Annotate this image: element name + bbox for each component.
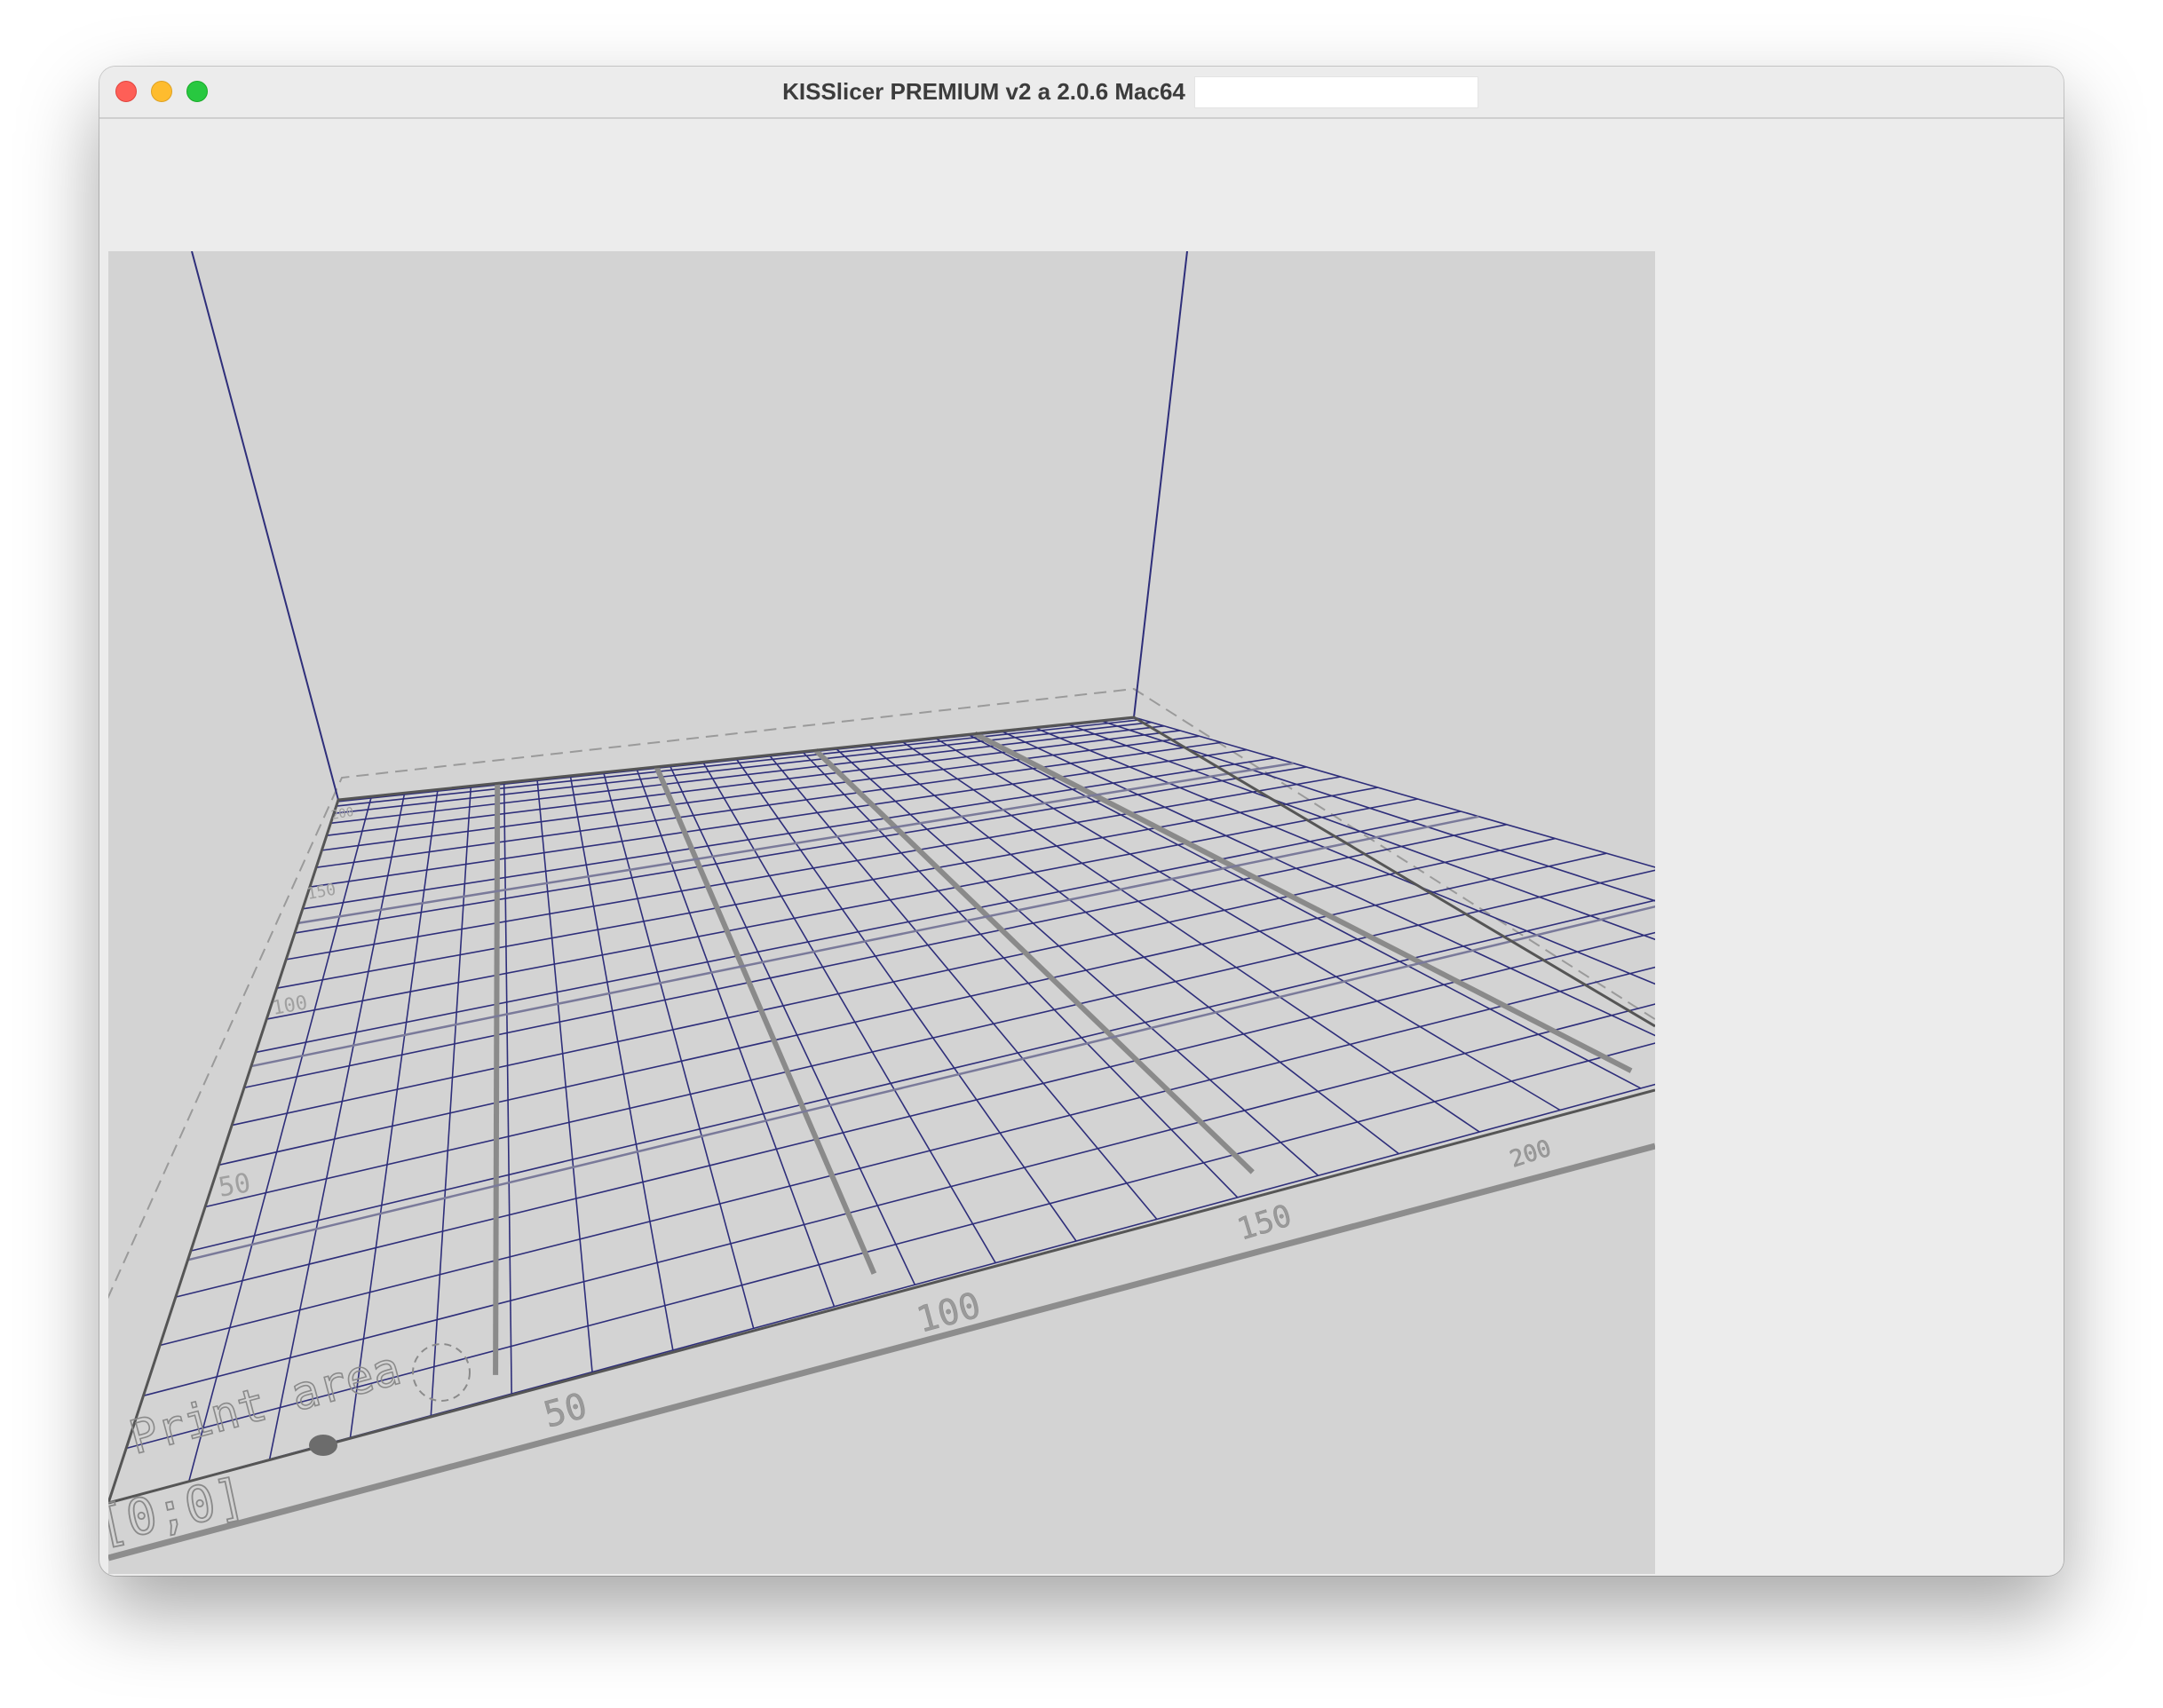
bed-grid-line xyxy=(493,783,501,1375)
origin-dot-icon xyxy=(309,1435,337,1456)
3d-viewport[interactable]: 50 100 150 200 50 100 150 200 Print area… xyxy=(108,251,1655,1574)
title-bar[interactable]: KISSlicer PREMIUM v2 a 2.0.6 Mac64 xyxy=(99,67,2064,119)
right-side-panel xyxy=(1655,119,2064,1576)
window-title: KISSlicer PREMIUM v2 a 2.0.6 Mac64 xyxy=(782,78,1185,105)
print-bed-scene[interactable]: 50 100 150 200 50 100 150 200 Print area… xyxy=(108,251,1655,1574)
title-text-field[interactable] xyxy=(1193,75,1478,108)
title-wrap: KISSlicer PREMIUM v2 a 2.0.6 Mac64 xyxy=(99,67,2064,117)
y-tick-label-50: 50 xyxy=(216,1167,253,1204)
app-window: KISSlicer PREMIUM v2 a 2.0.6 Mac64 50 10… xyxy=(99,67,2064,1576)
